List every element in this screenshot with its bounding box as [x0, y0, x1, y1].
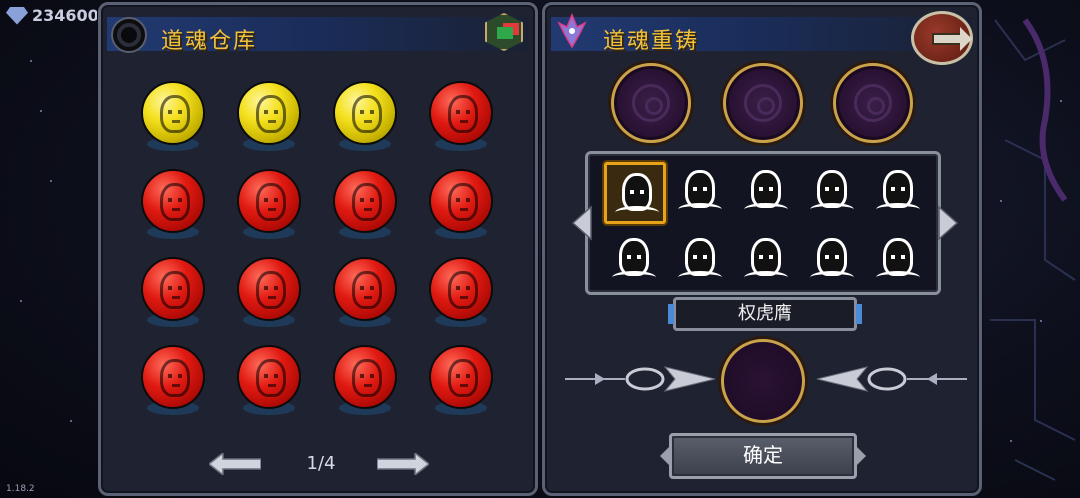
red-soul-orb-icon: [429, 169, 493, 233]
character-portrait-icon: [876, 238, 920, 276]
portrait-icon: [256, 183, 286, 221]
ship-icon: [555, 13, 589, 49]
soul-orb-1[interactable]: [137, 81, 209, 153]
rune-icon: [744, 84, 782, 122]
soul-orb-16[interactable]: [425, 345, 497, 417]
character-portrait-5[interactable]: [868, 162, 930, 224]
next-page-arrow-icon[interactable]: [376, 451, 431, 477]
soul-orb-2[interactable]: [233, 81, 305, 153]
circuit-decoration: [985, 0, 1080, 498]
soul-orb-11[interactable]: [329, 257, 401, 329]
character-portrait-icon: [744, 238, 788, 276]
exit-button[interactable]: [911, 11, 973, 65]
recast-socket-1[interactable]: [611, 63, 691, 143]
portrait-icon: [160, 359, 190, 397]
page-indicator: 1/4: [306, 453, 336, 474]
soul-orb-3[interactable]: [329, 81, 401, 153]
character-portrait-10[interactable]: [868, 230, 930, 292]
soul-orb-10[interactable]: [233, 257, 305, 329]
soul-orb-9[interactable]: [137, 257, 209, 329]
selector-left-arrow-icon[interactable]: [571, 205, 593, 241]
character-portrait-icon: [876, 170, 920, 208]
red-soul-orb-icon: [141, 257, 205, 321]
red-soul-orb-icon: [141, 169, 205, 233]
character-portrait-icon: [678, 170, 722, 208]
soul-orb-5[interactable]: [137, 169, 209, 241]
soul-orb-12[interactable]: [425, 257, 497, 329]
character-portrait-icon: [612, 238, 656, 276]
portrait-icon: [160, 271, 190, 309]
pager: 1/4: [101, 449, 535, 479]
character-portrait-icon: [678, 238, 722, 276]
portrait-icon: [256, 95, 286, 133]
character-name: 权虎膺: [668, 297, 862, 331]
rune-icon: [632, 84, 670, 122]
character-portrait-8[interactable]: [736, 230, 798, 292]
portrait-icon: [352, 359, 382, 397]
confirm-button[interactable]: 确定: [660, 433, 866, 479]
gold-soul-orb-icon: [237, 81, 301, 145]
character-portrait-2[interactable]: [670, 162, 732, 224]
gold-soul-orb-icon: [333, 81, 397, 145]
portrait-icon: [448, 359, 478, 397]
portrait-icon: [256, 271, 286, 309]
portrait-icon: [256, 359, 286, 397]
red-soul-orb-icon: [333, 345, 397, 409]
selector-right-arrow-icon[interactable]: [937, 205, 959, 241]
recast-socket-3[interactable]: [833, 63, 913, 143]
soul-orb-6[interactable]: [233, 169, 305, 241]
recast-socket-2[interactable]: [723, 63, 803, 143]
portrait-icon: [352, 95, 382, 133]
character-portrait-icon: [744, 170, 788, 208]
right-ornament-icon: [816, 359, 967, 399]
character-portrait-1[interactable]: [604, 162, 666, 224]
portrait-icon: [448, 271, 478, 309]
portrait-icon: [160, 183, 190, 221]
character-portrait-4[interactable]: [802, 162, 864, 224]
character-selector: [585, 151, 941, 295]
panel-title: 道魂重铸: [603, 29, 700, 54]
portrait-icon: [448, 95, 478, 133]
red-soul-orb-icon: [333, 257, 397, 321]
soul-orb-4[interactable]: [425, 81, 497, 153]
portrait-icon: [352, 271, 382, 309]
red-soul-orb-icon: [429, 81, 493, 145]
left-ornament-icon: [565, 359, 716, 399]
portrait-icon: [352, 183, 382, 221]
red-soul-orb-icon: [429, 257, 493, 321]
gold-soul-orb-icon: [141, 81, 205, 145]
soul-orb-13[interactable]: [137, 345, 209, 417]
portrait-icon: [448, 183, 478, 221]
red-soul-orb-icon: [237, 257, 301, 321]
rune-icon: [854, 84, 892, 122]
character-portrait-6[interactable]: [604, 230, 666, 292]
portrait-icon: [160, 95, 190, 133]
character-portrait-9[interactable]: [802, 230, 864, 292]
soul-warehouse-panel: 道魂仓库 1/4: [98, 2, 538, 496]
soul-orb-7[interactable]: [329, 169, 401, 241]
gem-count: 234600: [32, 6, 99, 25]
soul-orb-grid: [137, 81, 497, 417]
character-portrait-icon: [615, 173, 659, 211]
red-soul-orb-icon: [237, 345, 301, 409]
panel-title: 道魂仓库: [161, 29, 258, 54]
gem-icon: [6, 6, 28, 25]
red-soul-orb-icon: [333, 169, 397, 233]
soul-orb-15[interactable]: [329, 345, 401, 417]
character-portrait-3[interactable]: [736, 162, 798, 224]
gem-counter: 234600: [6, 6, 99, 25]
ring-icon: [113, 19, 145, 51]
prev-page-arrow-icon[interactable]: [207, 451, 262, 477]
red-soul-orb-icon: [429, 345, 493, 409]
result-socket[interactable]: [721, 339, 805, 423]
red-soul-orb-icon: [237, 169, 301, 233]
red-soul-orb-icon: [141, 345, 205, 409]
character-portrait-icon: [810, 170, 854, 208]
soul-recast-panel: 道魂重铸 权虎膺 确定: [542, 2, 982, 496]
soul-orb-8[interactable]: [425, 169, 497, 241]
character-portrait-icon: [810, 238, 854, 276]
character-portrait-7[interactable]: [670, 230, 732, 292]
version-label: 1.18.2: [6, 484, 35, 494]
soul-orb-14[interactable]: [233, 345, 305, 417]
